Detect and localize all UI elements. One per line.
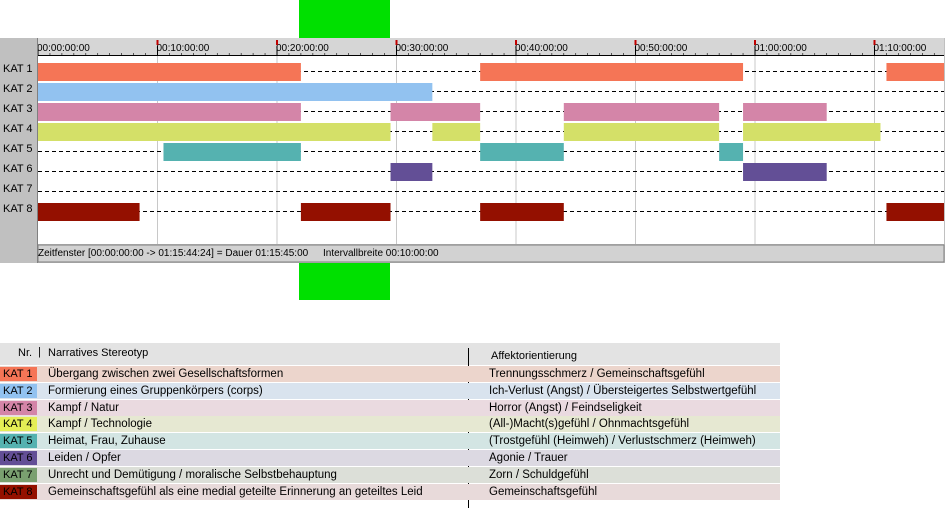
tick-marker xyxy=(754,40,756,45)
legend-row: KAT 1 Übergang zwischen zwei Gesellschaft… xyxy=(0,366,780,382)
legend-header: Nr. | Narratives Stereotyp Affektorienti… xyxy=(0,343,780,365)
timeline-canvas[interactable]: 00:00:00:00 00:10:00:00 00:20:00:00 00:30:0… xyxy=(0,38,945,263)
track-segment xyxy=(480,203,564,221)
affect-text: (Trostgefühl (Heimweh) / Verlustschmerz … xyxy=(489,435,756,448)
track-segment xyxy=(163,143,301,161)
time-tick-label: 00:00:00:00 xyxy=(37,43,90,54)
tick-marker xyxy=(276,40,278,45)
category-badge: KAT 1 xyxy=(0,367,37,381)
affect-text: Trennungsschmerz / Gemeinschaftsgefühl xyxy=(489,368,705,380)
track-segment xyxy=(390,103,481,121)
track-segment xyxy=(38,83,433,101)
stereotype-text: Heimat, Frau, Zuhause xyxy=(48,435,166,448)
track-label: KAT 1 xyxy=(3,63,33,75)
status-bar: Zeitfenster [00:00:00:00 -> 01:15:44:24]… xyxy=(38,246,944,262)
track-label: KAT 6 xyxy=(3,163,33,175)
category-badge: KAT 7 xyxy=(0,467,37,482)
time-tick-label: 00:40:00:00 xyxy=(515,43,568,54)
interval-width-text: Intervallbreite 00:10:00:00 xyxy=(322,248,439,259)
track-segment xyxy=(38,123,391,141)
track-segment xyxy=(38,203,140,221)
track-labels: KAT 1 KAT 2 KAT 3 KAT 4 KAT 5 KAT 6 KAT 7 KAT 8 xyxy=(0,38,36,263)
affect-text: (All-)Macht(s)gefühl / Ohnmachtsgefühl xyxy=(489,418,690,431)
track-label: KAT 8 xyxy=(3,203,33,215)
legend-table: Nr. | Narratives Stereotyp Affektorienti… xyxy=(0,343,780,508)
track-label: KAT 7 xyxy=(3,183,33,195)
legend-row: KAT 2 Formierung eines Gruppenkörpers (co… xyxy=(0,382,780,399)
legend-row: KAT 5 Heimat, Frau, Zuhause (Trostgefühl (… xyxy=(0,433,780,450)
tick-marker xyxy=(873,40,876,45)
affect-text: Zorn / Schuldgefühl xyxy=(489,468,589,481)
time-tick-label: 00:10:00:00 xyxy=(157,43,210,54)
time-tick-label: 01:00:00:00 xyxy=(754,43,807,54)
track-segment xyxy=(38,103,301,121)
time-tick-label: 00:50:00:00 xyxy=(635,43,688,54)
category-badge: KAT 6 xyxy=(0,451,37,465)
track-segment xyxy=(563,123,720,141)
category-badge: KAT 5 xyxy=(0,434,37,449)
stereotype-text: Kampf / Technologie xyxy=(48,418,152,431)
track-label: KAT 5 xyxy=(3,143,33,155)
tick-marker xyxy=(515,40,517,45)
category-badge: KAT 2 xyxy=(0,383,37,398)
track-segment xyxy=(886,63,944,81)
legend-row: KAT 7 Unrecht und Demütigung / moralische… xyxy=(0,466,780,483)
affect-text: Gemeinschaftsgefühl xyxy=(489,485,598,498)
header-nr: Nr. xyxy=(18,347,33,359)
timeline-panel[interactable]: 00:00:00:00 00:10:00:00 00:20:00:00 00:30:0… xyxy=(0,38,945,263)
stereotype-text: Unrecht und Demütigung / moralische Selb… xyxy=(48,468,337,481)
category-badge: KAT 4 xyxy=(0,417,37,432)
legend-row: KAT 6 Leiden / Opfer Agonie / Trauer xyxy=(0,450,780,466)
track-segment xyxy=(886,203,944,221)
stereotype-text: Leiden / Opfer xyxy=(48,452,121,464)
green-marker-top xyxy=(299,0,390,38)
track-label: KAT 3 xyxy=(3,103,33,115)
tick-marker xyxy=(156,40,159,45)
track-segment xyxy=(38,63,301,81)
track-segment xyxy=(563,103,720,121)
header-stereotype: Narratives Stereotyp xyxy=(48,347,149,359)
time-tick-label: 00:20:00:00 xyxy=(276,43,329,54)
tick-marker xyxy=(634,40,637,45)
track-segment xyxy=(480,143,564,161)
track-label: KAT 4 xyxy=(3,123,33,135)
category-badge: KAT 3 xyxy=(0,400,37,415)
category-badge: KAT 8 xyxy=(0,484,37,499)
time-window-text: Zeitfenster [00:00:00:00 -> 01:15:44:24]… xyxy=(38,248,309,259)
header-affect: Affektorientierung xyxy=(491,350,578,362)
stereotype-text: Kampf / Natur xyxy=(48,401,119,414)
header-divider: | xyxy=(38,346,41,358)
legend-row: KAT 8 Gemeinschaftsgefühl als eine medial… xyxy=(0,483,780,500)
stereotype-text: Gemeinschaftsgefühl als eine medial gete… xyxy=(48,485,423,498)
track-label: KAT 2 xyxy=(3,83,33,95)
affect-text: Horror (Angst) / Feindseligkeit xyxy=(489,401,642,414)
track-segment xyxy=(743,103,827,121)
affect-text: Ich-Verlust (Angst) / Übersteigertes Sel… xyxy=(489,384,757,397)
tick-marker xyxy=(395,40,398,45)
track-segment xyxy=(743,123,881,141)
time-tick-label: 01:10:00:00 xyxy=(874,43,927,54)
green-marker-bottom xyxy=(299,263,390,300)
stereotype-text: Übergang zwischen zwei Gesellschaftsform… xyxy=(48,368,284,380)
affect-text: Agonie / Trauer xyxy=(489,452,568,464)
track-segment xyxy=(480,63,744,81)
track-segment xyxy=(390,163,433,181)
legend-row: KAT 4 Kampf / Technologie (All-)Macht(s)ge… xyxy=(0,416,780,433)
stereotype-text: Formierung eines Gruppenkörpers (corps) xyxy=(48,384,263,397)
time-tick-label: 00:30:00:00 xyxy=(396,43,449,54)
legend-row: KAT 3 Kampf / Natur Horror (Angst) / Feind… xyxy=(0,399,780,416)
track-segment xyxy=(743,163,827,181)
track-segment xyxy=(719,143,744,161)
track-segment xyxy=(300,203,391,221)
track-segment xyxy=(432,123,481,141)
